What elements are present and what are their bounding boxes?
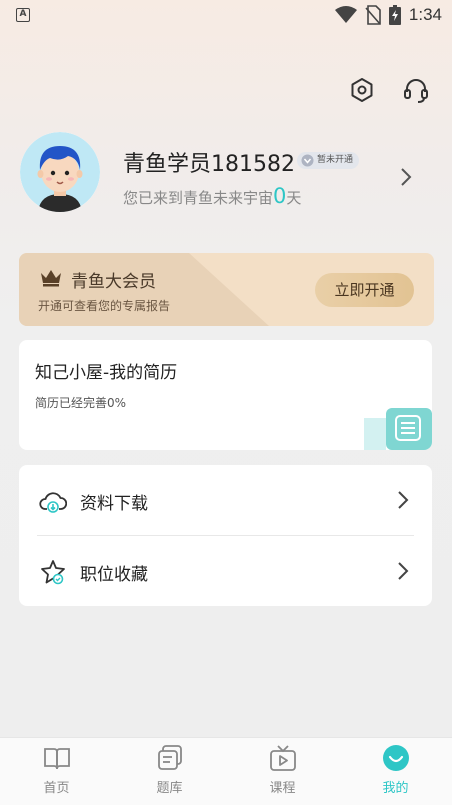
wifi-icon [334, 6, 357, 23]
book-icon [43, 748, 70, 770]
battery-charging-icon [388, 5, 401, 25]
status-time: 1:34 [408, 5, 442, 24]
tab-mine[interactable]: 我的 [339, 738, 452, 805]
question-bank-icon [157, 745, 182, 770]
notification-a-icon: A [16, 8, 30, 22]
menu-item-label: 资料下载 [80, 494, 148, 514]
settings-icon[interactable] [348, 76, 376, 104]
vip-status-text: 暂未开通 [317, 155, 354, 165]
vip-subtitle: 开通可查看您的专属报告 [38, 299, 171, 313]
tab-question-bank[interactable]: 题库 [113, 738, 226, 805]
resume-progress-text: 简历已经完善0% [35, 396, 127, 410]
tv-icon [269, 745, 296, 771]
menu-item-downloads[interactable]: 资料下载 [19, 465, 432, 535]
status-bar: A 1:34 [0, 0, 452, 32]
tab-label: 题库 [156, 781, 183, 796]
resume-card[interactable]: 知己小屋-我的简历 简历已经完善0% [19, 340, 432, 450]
avatar[interactable] [20, 132, 100, 212]
journey-days-count: 0 [273, 184, 287, 208]
chevron-right-icon[interactable] [398, 166, 414, 188]
header-actions [348, 76, 430, 104]
menu-item-favorites[interactable]: 职位收藏 [19, 536, 432, 606]
menu-card: 资料下载 职位收藏 [19, 465, 432, 606]
tab-courses[interactable]: 课程 [226, 738, 339, 805]
headset-icon[interactable] [402, 76, 430, 104]
avatar-illustration [20, 132, 100, 212]
journey-days-line: 您已来到青鱼未来宇宙0天 [123, 184, 301, 208]
tab-label: 课程 [269, 781, 296, 796]
resume-document-icon [364, 408, 432, 450]
status-icons: 1:34 [334, 5, 442, 25]
smile-icon [382, 745, 409, 771]
chevron-right-icon [398, 562, 409, 580]
vip-status-badge: 暂未开通 [297, 152, 360, 169]
username: 青鱼学员181582 [123, 152, 295, 177]
chevron-down-icon [301, 154, 314, 167]
crown-icon [41, 270, 61, 287]
cloud-download-icon [39, 492, 67, 513]
resume-title: 知己小屋-我的简历 [35, 363, 178, 383]
tab-label: 我的 [382, 781, 409, 796]
no-sim-icon [365, 5, 381, 25]
vip-membership-card[interactable]: 青鱼大会员 开通可查看您的专属报告 立即开通 [19, 253, 434, 326]
journey-suffix: 天 [286, 189, 302, 207]
bottom-tab-bar: 首页 题库 课程 我的 [0, 737, 452, 805]
vip-title: 青鱼大会员 [71, 272, 156, 292]
tab-label: 首页 [43, 781, 70, 796]
star-icon [41, 560, 65, 585]
tab-home[interactable]: 首页 [0, 738, 113, 805]
activate-vip-button[interactable]: 立即开通 [315, 273, 414, 307]
chevron-right-icon [398, 491, 409, 509]
journey-prefix: 您已来到青鱼未来宇宙 [123, 189, 274, 207]
menu-item-label: 职位收藏 [80, 565, 148, 585]
